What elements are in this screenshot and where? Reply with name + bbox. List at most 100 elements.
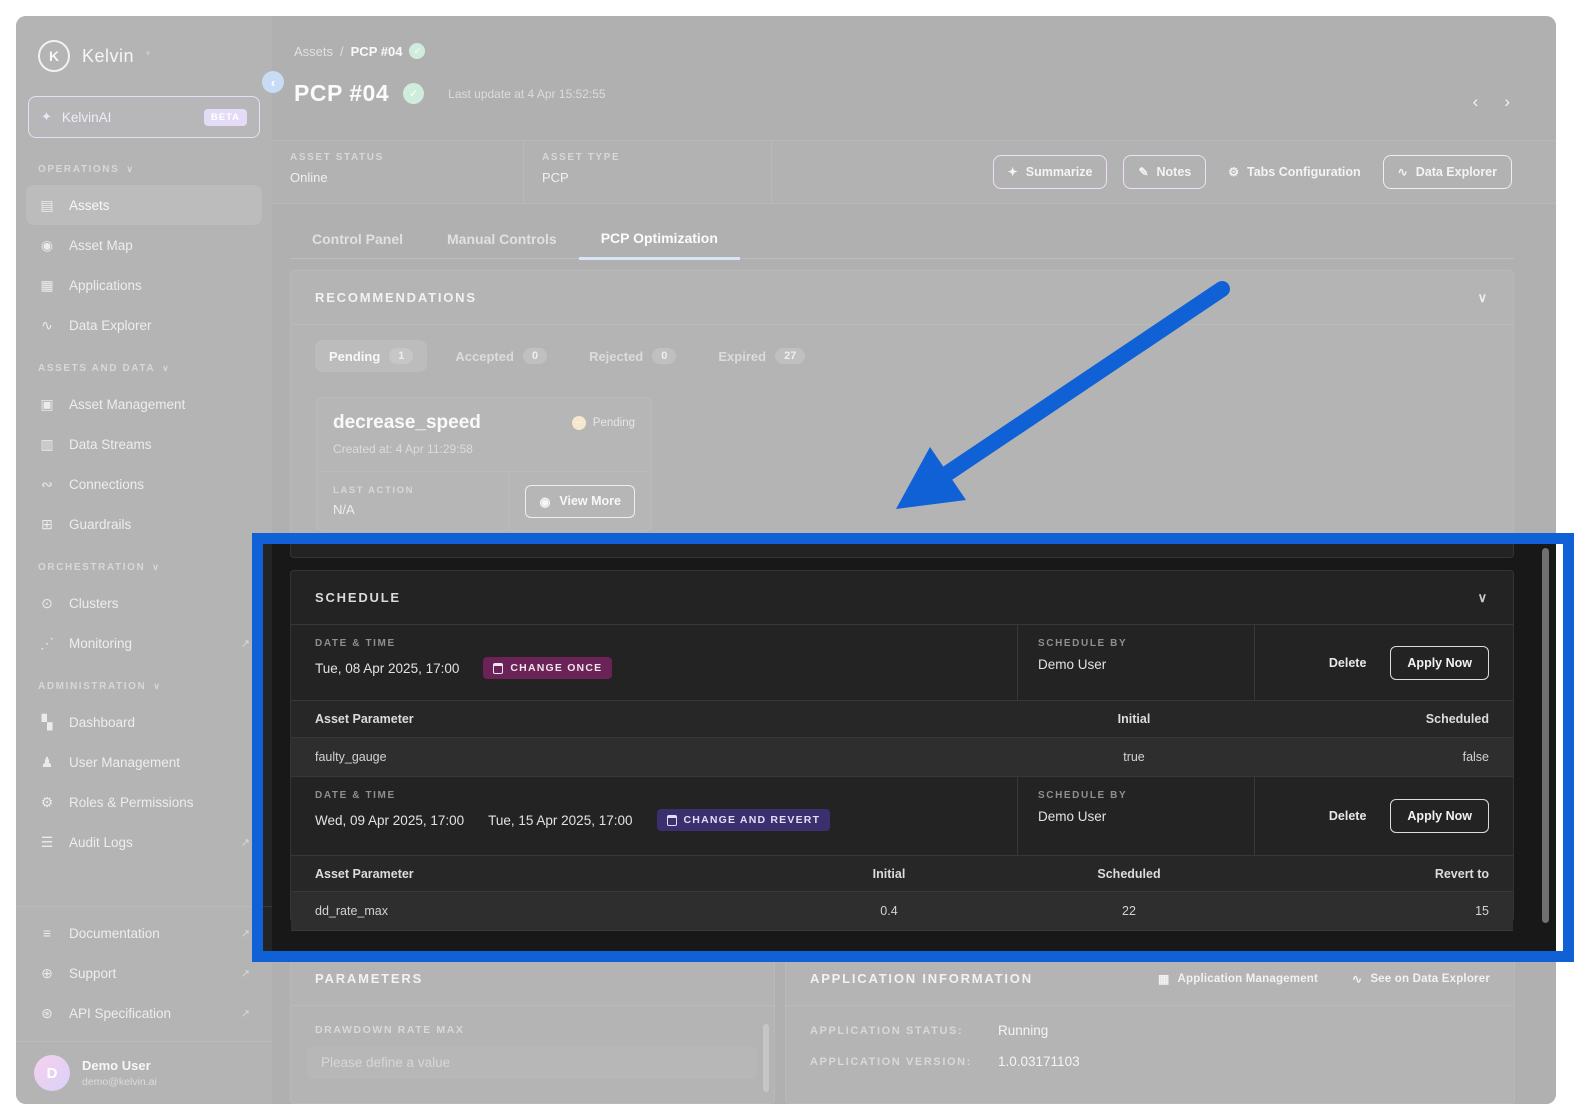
sidebar-group-operations[interactable]: OPERATIONS ∨ [16,146,272,185]
tabs-configuration-button[interactable]: ⚙ Tabs Configuration [1222,156,1366,188]
application-management-link[interactable]: ▦ Application Management [1158,972,1318,986]
sidebar-item-roles-permissions[interactable]: ⚙ Roles & Permissions [16,782,272,822]
sidebar-item-label: Dashboard [69,714,136,730]
sidebar-item-kelvinai[interactable]: ✦ KelvinAI BETA [28,96,260,138]
page-title-row: PCP #04 ✓ Last update at 4 Apr 15:52:55 [294,80,606,107]
sidebar-collapse-button[interactable]: ‹ [262,71,284,93]
asset-status-bar: ASSET STATUS Online ASSET TYPE PCP ✦ Sum… [272,140,1556,204]
kelvin-logo-text: Kelvin [82,45,135,66]
external-link-icon: ↗ [240,927,250,940]
sidebar-item-assets[interactable]: ▤ Assets [26,185,262,225]
filter-accepted[interactable]: Accepted 0 [441,340,561,372]
online-check-icon: ✓ [409,43,426,59]
sidebar-item-label: Applications [69,277,142,293]
external-link-icon: ↗ [240,637,250,650]
recommendation-name: decrease_speed [333,412,481,433]
connections-icon: ∾ [41,475,53,492]
sidebar-item-label: API Specification [69,1005,172,1021]
see-on-data-explorer-link[interactable]: ∿ See on Data Explorer [1352,972,1490,986]
dashboard-icon: ▚ [41,713,53,730]
notes-label: Notes [1156,165,1192,179]
sidebar-group-orchestration[interactable]: ORCHESTRATION ∨ [16,544,272,583]
sidebar-item-user-management[interactable]: ♟ User Management [16,742,272,782]
data-explorer-button[interactable]: ∿ Data Explorer [1382,155,1512,189]
view-more-button[interactable]: ◉ View More [525,484,635,518]
breadcrumb-root[interactable]: Assets [294,44,333,59]
kelvin-logo[interactable]: K Kelvin ° [16,16,272,90]
sidebar-group-administration[interactable]: ADMINISTRATION ∨ [16,663,272,702]
sidebar-item-label: Asset Management [69,396,186,412]
chevron-down-icon: ∨ [162,363,171,373]
tab-manual-controls[interactable]: Manual Controls [425,231,579,258]
asset-management-icon: ▣ [40,395,54,412]
sidebar-item-label: Data Streams [69,436,152,452]
sidebar-item-monitoring[interactable]: ⋰ Monitoring ↗ [16,623,272,663]
user-management-icon: ♟ [40,753,54,770]
asset-map-icon: ◉ [40,236,54,253]
filter-count-badge: 1 [389,348,414,364]
sidebar-item-guardrails[interactable]: ⊞ Guardrails [16,504,272,544]
breadcrumb[interactable]: Assets / PCP #04 ✓ [294,43,426,59]
notes-button[interactable]: ✎ Notes [1123,155,1207,189]
sidebar-item-applications[interactable]: ▦ Applications [16,265,272,305]
tab-pcp-optimization[interactable]: PCP Optimization [578,230,740,260]
sidebar-item-label: User Management [69,754,181,770]
applications-icon: ▦ [40,276,54,293]
guardrails-icon: ⊞ [41,515,53,532]
beta-badge: BETA [203,108,247,126]
filter-label: Rejected [589,348,644,364]
data-explorer-label: Data Explorer [1415,165,1497,179]
documentation-icon: ≡ [42,925,52,941]
pending-status-icon: ⋯ [571,416,586,430]
application-status-value: Running [998,1023,1049,1038]
filter-rejected[interactable]: Rejected 0 [575,340,690,372]
sidebar-item-support[interactable]: ⊕ Support ↗ [16,953,272,993]
monitoring-icon: ⋰ [40,634,54,651]
sidebar-item-clusters[interactable]: ⊙ Clusters [16,583,272,623]
prev-asset-button[interactable]: ‹ [1473,92,1479,112]
drawdown-rate-max-input[interactable] [307,1046,757,1079]
application-version-row: APPLICATION VERSION: 1.0.03171103 [810,1054,1490,1069]
recommendation-card: decrease_speed ⋯ Pending Created at: 4 A… [316,397,652,531]
sidebar-item-data-explorer[interactable]: ∿ Data Explorer [16,305,272,345]
sidebar-item-documentation[interactable]: ≡ Documentation ↗ [16,913,272,953]
tab-control-panel[interactable]: Control Panel [290,231,425,258]
group-title-label: ASSETS AND DATA [38,363,156,374]
recommendations-header: RECOMMENDATIONS ∨ [291,271,1513,325]
sidebar-item-asset-management[interactable]: ▣ Asset Management [16,384,272,424]
parameters-scrollbar[interactable] [763,1024,769,1092]
sidebar-item-audit-logs[interactable]: ☰ Audit Logs ↗ [16,822,272,862]
asset-tabs: Control Panel Manual Controls PCP Optimi… [290,220,1514,260]
application-information-panel: APPLICATION INFORMATION ▦ Application Ma… [785,951,1515,1104]
application-information-title: APPLICATION INFORMATION [810,971,1033,986]
sidebar-item-api-specification[interactable]: ⊛ API Specification ↗ [16,993,272,1033]
last-action-label: LAST ACTION [333,485,415,496]
chevron-down-icon: ∨ [126,164,135,174]
filter-pending[interactable]: Pending 1 [315,340,428,372]
asset-status-label: ASSET STATUS [290,152,384,163]
kelvin-logo-mark: ° [146,50,151,62]
highlight-rectangle [252,533,1574,962]
next-asset-button[interactable]: › [1504,92,1510,112]
sidebar-item-asset-map[interactable]: ◉ Asset Map [16,225,272,265]
sidebar-item-connections[interactable]: ∾ Connections [16,464,272,504]
collapse-section-icon[interactable]: ∨ [1478,290,1489,306]
sidebar-group-assets-and-data[interactable]: ASSETS AND DATA ∨ [16,345,272,384]
notes-icon: ✎ [1138,165,1149,179]
sidebar: K Kelvin ° ✦ KelvinAI BETA OPERATIONS ∨ … [16,16,272,1104]
recommendations-title: RECOMMENDATIONS [315,290,477,305]
filter-expired[interactable]: Expired 27 [704,340,819,372]
sidebar-item-dashboard[interactable]: ▚ Dashboard [16,702,272,742]
support-icon: ⊕ [41,964,53,981]
sidebar-item-data-streams[interactable]: ▥ Data Streams [16,424,272,464]
application-status-label: APPLICATION STATUS: [810,1024,964,1037]
external-link-icon: ↗ [240,836,250,849]
user-profile[interactable]: D Demo User demo@kelvin.ai [16,1041,272,1104]
group-title-label: ADMINISTRATION [38,681,147,692]
parameters-panel: PARAMETERS DRAWDOWN RATE MAX [290,951,775,1104]
asset-pager: ‹ › [1473,92,1510,112]
grid-icon: ▦ [1158,971,1170,986]
sidebar-item-label: Monitoring [69,635,133,651]
sidebar-item-label: Support [69,965,117,981]
summarize-button[interactable]: ✦ Summarize [992,155,1108,189]
